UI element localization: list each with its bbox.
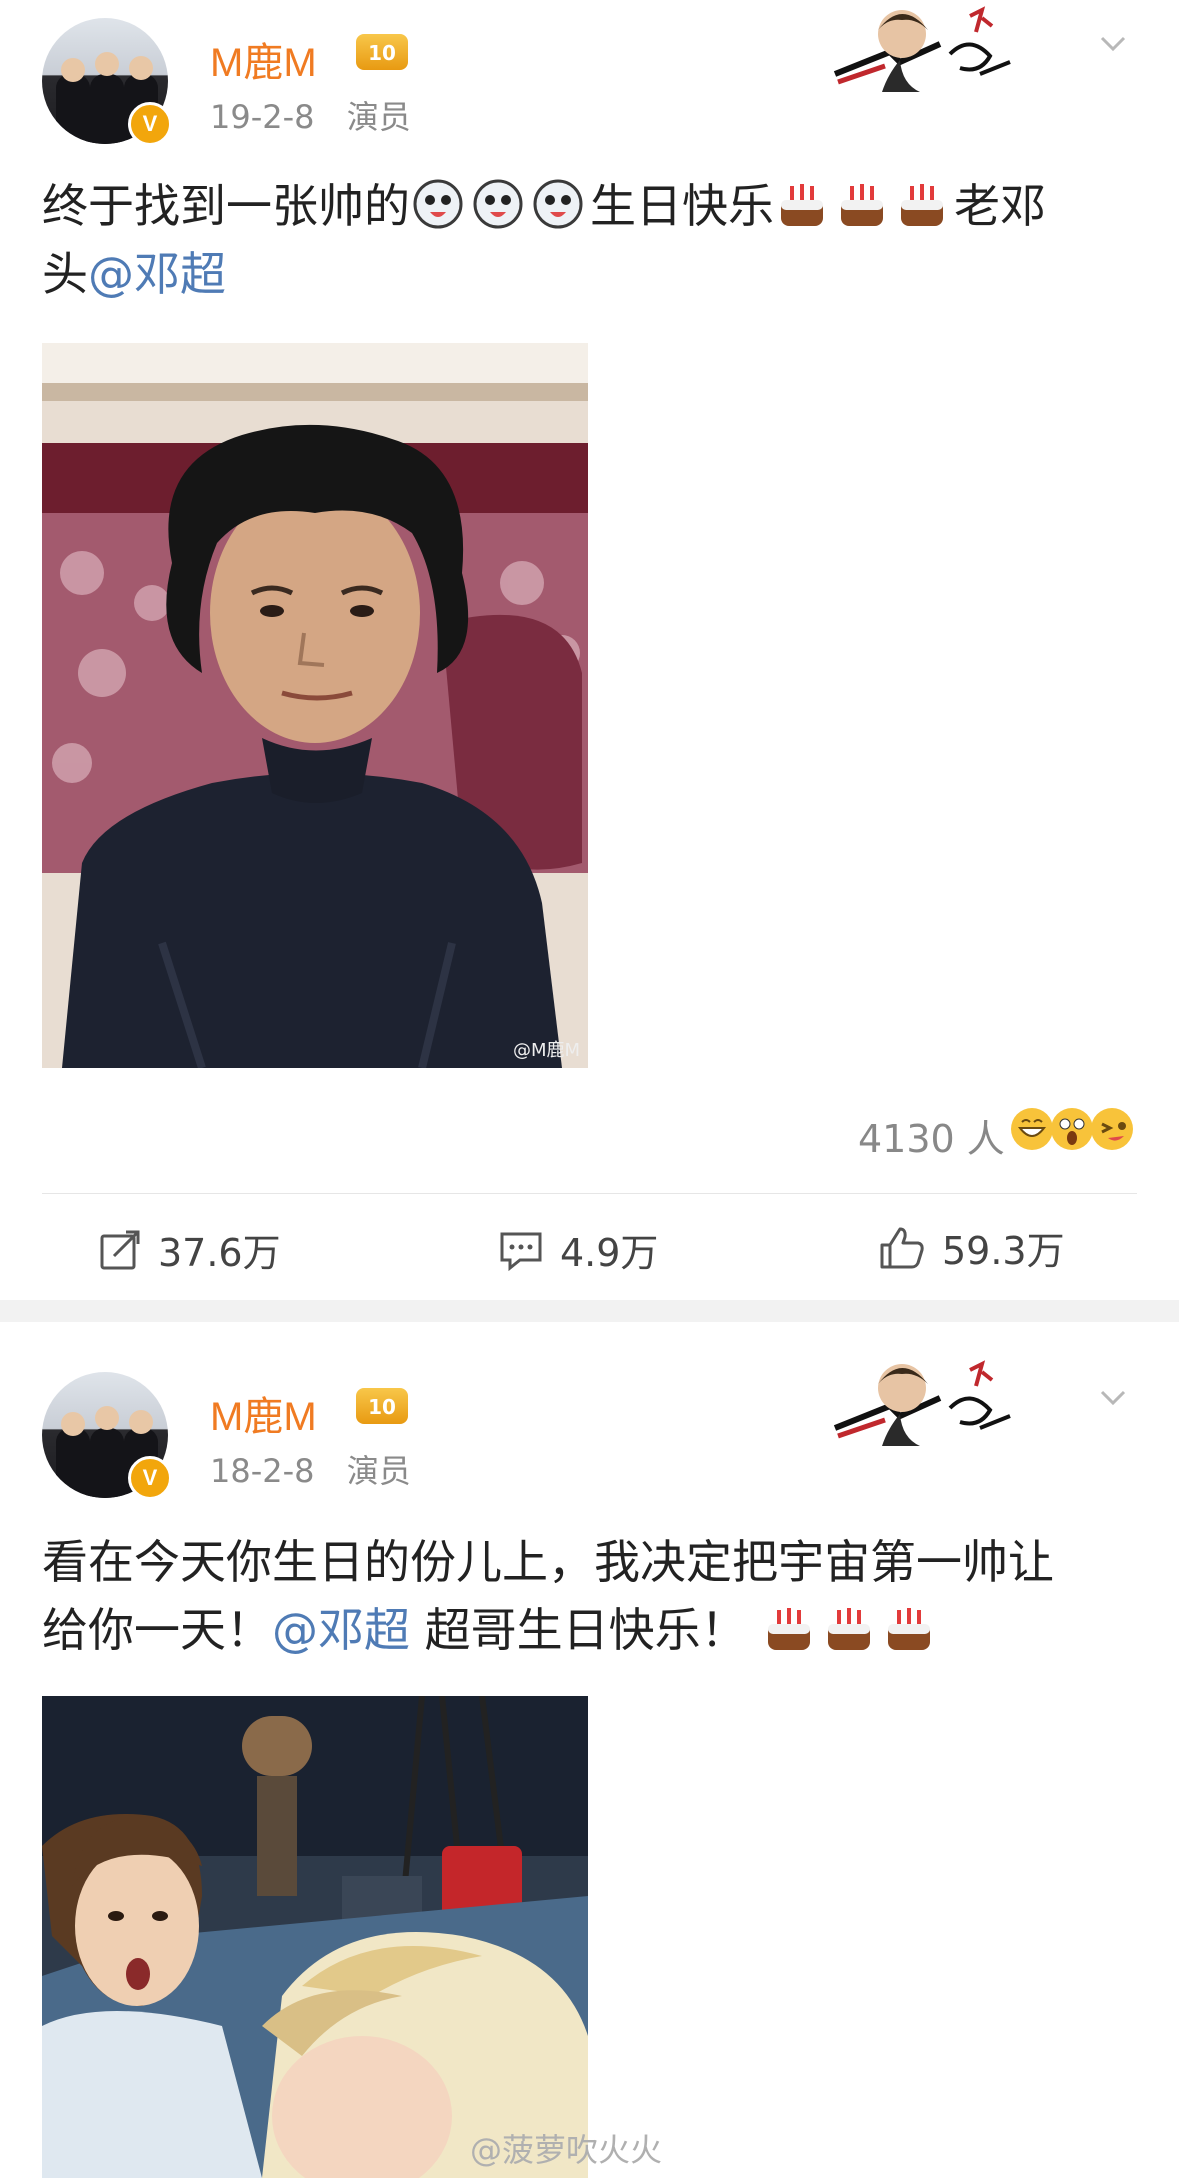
verified-v-icon: V	[128, 102, 172, 146]
doge-emoji-icon	[533, 179, 583, 229]
cake-emoji-icon	[841, 184, 883, 226]
post-date: 18-2-8	[210, 1452, 315, 1490]
username[interactable]: M鹿M	[210, 30, 317, 88]
photo-watermark: @M鹿M	[512, 1040, 580, 1061]
chevron-down-icon[interactable]	[1100, 1384, 1126, 1410]
divider	[42, 1193, 1137, 1194]
cake-emoji-icon	[901, 184, 943, 226]
post-meta: 19-2-8 演员	[210, 92, 433, 138]
repost-icon	[100, 1230, 140, 1269]
repost-count: 37.6万	[158, 1231, 281, 1275]
cake-emoji-icon	[768, 1608, 811, 1650]
username[interactable]: M鹿M	[210, 1384, 317, 1442]
post-photo[interactable]	[42, 1696, 588, 2178]
cake-emoji-icon	[781, 184, 823, 226]
post-meta: 18-2-8 演员	[210, 1446, 433, 1492]
comment-count: 4.9万	[560, 1231, 659, 1275]
post-text: 看在今天你生日的份儿上，我决定把宇宙第一帅让 给你一天！@邓超 超哥生日快乐！	[42, 1535, 1054, 1657]
doge-emoji-icon	[473, 179, 523, 229]
post-source: 演员	[346, 1452, 411, 1490]
like-count: 59.3万	[942, 1229, 1065, 1273]
doge-emoji-icon	[413, 179, 463, 229]
weibo-post-2: V M鹿M 10 18-2-8 演员 看在今天你生日的份儿上，我决定把宇宙第一帅…	[0, 1322, 1179, 2178]
like-icon	[880, 1227, 924, 1268]
mention-link[interactable]: @邓超	[272, 1603, 410, 1657]
cake-emoji-icon	[888, 1608, 931, 1650]
mention-link[interactable]: @邓超	[88, 247, 226, 301]
repost-button[interactable]: 37.6万	[98, 1222, 281, 1277]
cake-emoji-icon	[828, 1608, 871, 1650]
post-source: 演员	[346, 98, 411, 136]
comment-icon	[500, 1232, 542, 1271]
decoration-card-icon[interactable]	[830, 4, 1020, 96]
reaction-emojis-icon[interactable]	[1010, 1104, 1135, 1154]
comment-button[interactable]: 4.9万	[498, 1222, 658, 1277]
page-watermark: @菠萝吹火火	[470, 2131, 663, 2169]
crown-badge-icon: 10	[356, 1388, 408, 1424]
post-date: 19-2-8	[210, 98, 315, 136]
chevron-down-icon[interactable]	[1100, 30, 1126, 56]
verified-v-icon: V	[128, 1456, 172, 1500]
crown-badge-icon: 10	[356, 34, 408, 70]
post-separator	[0, 1300, 1179, 1322]
weibo-post-1: V M鹿M 10 19-2-8 演员 终于找到一张帅的生日快乐老邓 头@邓超	[0, 0, 1179, 1300]
reaction-count[interactable]: 4130 人	[858, 1108, 1005, 1163]
post-text: 终于找到一张帅的 生日快乐 老邓 头@邓超	[42, 179, 1046, 301]
like-button[interactable]: 59.3万	[878, 1220, 1065, 1275]
decoration-card-icon[interactable]	[830, 1358, 1020, 1450]
post-photo[interactable]: @M鹿M	[42, 343, 588, 1068]
